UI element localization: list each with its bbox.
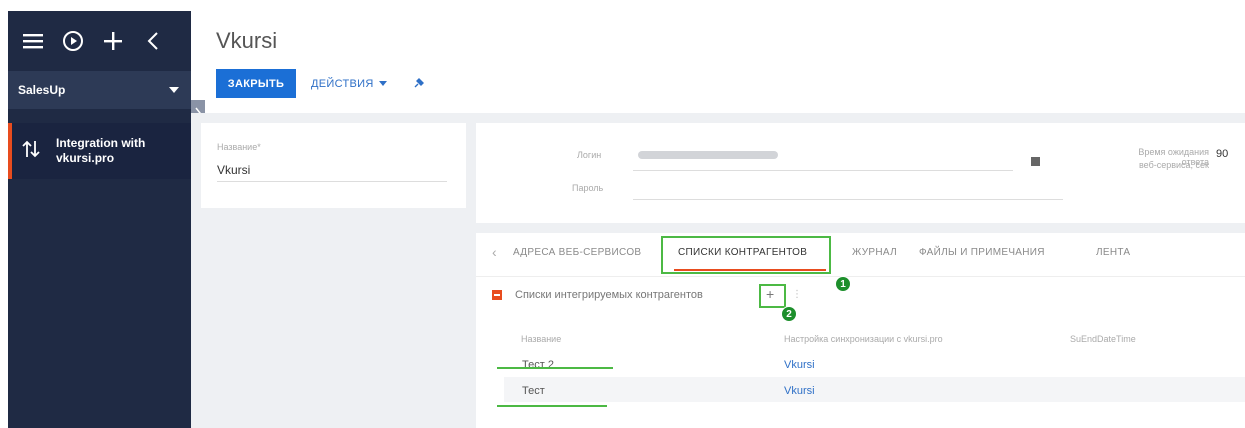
cell-name: Тест bbox=[522, 385, 545, 397]
detail-title: Списки интегрируемых контрагентов bbox=[515, 289, 703, 301]
name-field-label: Название* bbox=[217, 142, 261, 152]
table-row[interactable]: Тест 2 Vkursi bbox=[504, 351, 1245, 376]
menu-icon[interactable] bbox=[20, 28, 46, 54]
collapse-icon[interactable] bbox=[492, 290, 502, 300]
name-field[interactable]: Vkursi bbox=[217, 163, 250, 177]
annotation-underline-row1 bbox=[497, 367, 613, 369]
calendar-icon[interactable] bbox=[1031, 157, 1040, 166]
sidebar-item-label: Integration with vkursi.pro bbox=[56, 136, 146, 165]
tab-bar: ‹ АДРЕСА ВЕБ-СЕРВИСОВ СПИСКИ КОНТРАГЕНТО… bbox=[476, 233, 1245, 277]
column-header-sync[interactable]: Настройка синхронизации с vkursi.pro bbox=[784, 334, 943, 344]
workspace-label: SalesUp bbox=[18, 83, 66, 97]
tab-files-notes[interactable]: ФАЙЛЫ И ПРИМЕЧАНИЯ bbox=[919, 247, 1045, 258]
timeout-field[interactable]: 90 bbox=[1216, 148, 1228, 160]
detail-card: ‹ АДРЕСА ВЕБ-СЕРВИСОВ СПИСКИ КОНТРАГЕНТО… bbox=[476, 233, 1245, 428]
page-title: Vkursi bbox=[216, 28, 278, 53]
sort-arrows-icon bbox=[22, 139, 40, 164]
sidebar-item-integration[interactable]: Integration with vkursi.pro bbox=[8, 123, 191, 179]
annotation-underline-row2 bbox=[497, 405, 607, 407]
timeout-label-2: веб-сервиса, сек bbox=[1138, 160, 1209, 170]
name-card: Название* Vkursi bbox=[201, 123, 466, 208]
more-menu-icon[interactable]: ⋮ bbox=[792, 289, 802, 300]
sidebar-topbar bbox=[8, 11, 191, 71]
tab-web-services[interactable]: АДРЕСА ВЕБ-СЕРВИСОВ bbox=[513, 247, 641, 258]
close-button[interactable]: ЗАКРЫТЬ bbox=[216, 69, 296, 98]
cell-setting-link[interactable]: Vkursi bbox=[784, 385, 815, 397]
divider bbox=[217, 181, 447, 182]
chevron-down-icon bbox=[378, 81, 387, 86]
column-header-enddate[interactable]: SuEndDateTime bbox=[1070, 334, 1136, 344]
annotation-badge-2: 2 bbox=[781, 306, 797, 322]
table-row[interactable]: Тест Vkursi bbox=[504, 377, 1245, 402]
annotation-highlight-tab bbox=[661, 236, 831, 274]
tab-journal[interactable]: ЖУРНАЛ bbox=[852, 247, 897, 258]
login-label: Логин bbox=[577, 150, 602, 160]
plus-icon[interactable] bbox=[100, 28, 126, 54]
pin-icon[interactable] bbox=[413, 76, 425, 94]
workspace-selector[interactable]: SalesUp bbox=[8, 71, 191, 109]
column-header-name[interactable]: Название bbox=[521, 334, 561, 344]
annotation-highlight-add bbox=[759, 284, 786, 308]
password-field[interactable] bbox=[633, 199, 1063, 200]
chevron-left-icon[interactable] bbox=[140, 28, 166, 54]
cell-setting-link[interactable]: Vkursi bbox=[784, 359, 815, 371]
tab-feed[interactable]: ЛЕНТА bbox=[1096, 247, 1130, 258]
cell-name: Тест 2 bbox=[522, 359, 554, 371]
chevron-down-icon bbox=[169, 87, 179, 93]
login-field[interactable] bbox=[638, 151, 778, 159]
sidebar: SalesUp Integration with vkursi.pro bbox=[8, 11, 191, 428]
actions-dropdown[interactable]: ДЕЙСТВИЯ bbox=[311, 69, 387, 98]
play-icon[interactable] bbox=[60, 28, 86, 54]
detail-header: Списки интегрируемых контрагентов bbox=[492, 289, 703, 301]
actions-label: ДЕЙСТВИЯ bbox=[311, 77, 374, 90]
chevron-left-icon[interactable]: ‹ bbox=[492, 244, 497, 260]
password-label: Пароль bbox=[572, 183, 604, 193]
annotation-badge-1: 1 bbox=[835, 276, 851, 292]
credentials-card: Логин Пароль Время ожидания ответа веб-с… bbox=[476, 123, 1245, 223]
divider bbox=[633, 170, 1013, 171]
